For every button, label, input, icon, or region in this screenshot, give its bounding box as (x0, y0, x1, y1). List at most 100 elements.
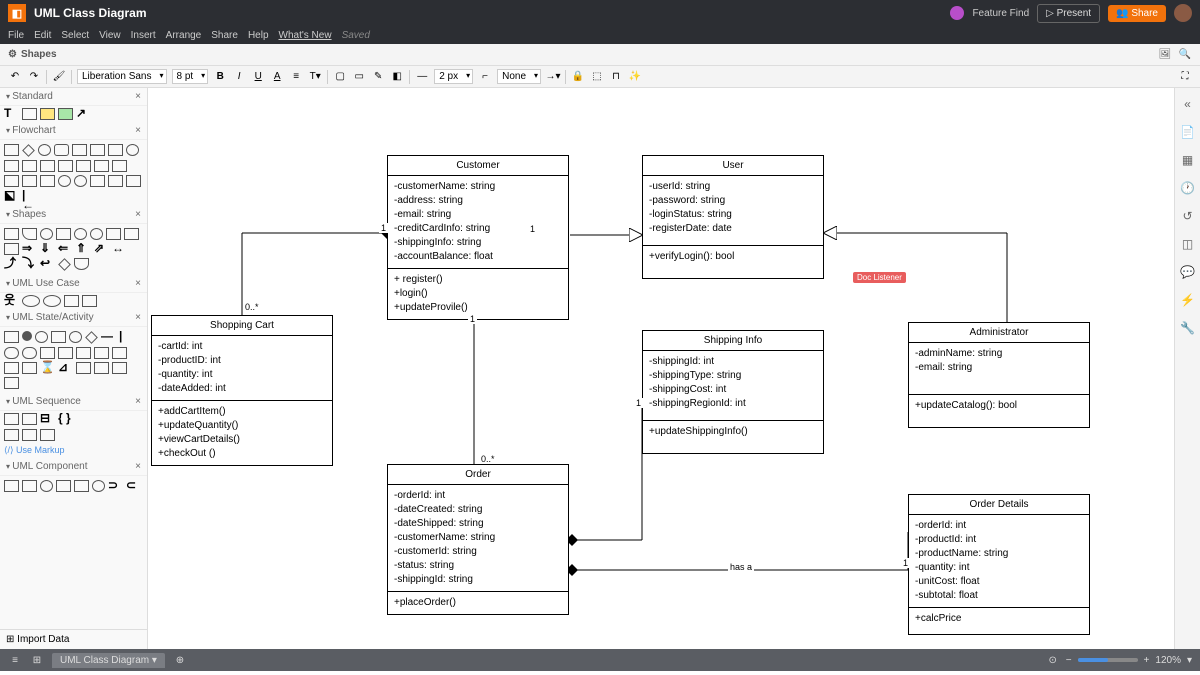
close-icon[interactable]: × (135, 91, 141, 102)
flowchart-shape[interactable] (38, 144, 51, 156)
layers-icon[interactable]: ◫ (1180, 236, 1196, 252)
menu-share[interactable]: Share (211, 30, 238, 41)
text-options-icon[interactable]: T▾ (308, 70, 322, 84)
menu-select[interactable]: Select (61, 30, 89, 41)
note-shape[interactable] (40, 108, 55, 120)
share-button[interactable]: 👥 Share (1108, 5, 1166, 22)
comment-icon[interactable]: 💬 (1180, 264, 1196, 280)
comp-shape[interactable]: ⊂ (126, 480, 141, 492)
state-shape[interactable]: | (119, 331, 134, 343)
usecase-shape[interactable] (82, 295, 97, 307)
flowchart-shape[interactable] (4, 175, 19, 187)
state-shape[interactable] (4, 347, 19, 359)
flowchart-shape[interactable] (58, 175, 71, 187)
flowchart-shape[interactable] (4, 144, 19, 156)
image-icon[interactable]: 🖼 (1158, 48, 1172, 62)
wand-icon[interactable]: ✨ (628, 70, 642, 84)
state-shape[interactable] (94, 347, 109, 359)
basic-shape[interactable] (4, 243, 19, 255)
flowchart-shape[interactable]: |← (22, 190, 37, 202)
state-shape[interactable] (76, 362, 91, 374)
collapse-icon[interactable]: « (1180, 96, 1196, 112)
undo-icon[interactable]: ↶ (8, 70, 22, 84)
actor-shape[interactable]: 웃 (4, 295, 19, 307)
fill-icon[interactable]: ▢ (333, 70, 347, 84)
whats-new-link[interactable]: What's New (279, 30, 332, 41)
state-shape[interactable]: — (101, 331, 116, 343)
clock-icon[interactable]: 🕐 (1180, 180, 1196, 196)
state-shape[interactable] (40, 347, 55, 359)
text-color-icon[interactable]: A (270, 70, 284, 84)
text-shape[interactable]: T (4, 108, 19, 120)
state-shape[interactable] (35, 331, 48, 343)
flowchart-shape[interactable] (126, 144, 139, 156)
flowchart-shape[interactable] (22, 144, 35, 157)
arrow-start-dropdown[interactable]: None (497, 69, 541, 84)
flowchart-shape[interactable] (90, 144, 105, 156)
page-tab[interactable]: UML Class Diagram ▾ (52, 653, 165, 668)
basic-shape[interactable]: ⇗ (94, 243, 109, 255)
state-shape[interactable] (22, 362, 37, 374)
class-details[interactable]: Order Details -orderId: int -productId: … (908, 494, 1090, 635)
basic-shape[interactable]: ⤵ (22, 258, 37, 270)
user-presence-dot[interactable] (950, 6, 964, 20)
italic-icon[interactable]: I (232, 70, 246, 84)
state-shape[interactable] (4, 377, 19, 389)
panel-shapes[interactable]: Shapes× (0, 206, 147, 224)
close-icon[interactable]: × (135, 209, 141, 220)
state-shape[interactable] (94, 362, 109, 374)
bold-icon[interactable]: B (213, 70, 227, 84)
basic-shape[interactable]: ⇐ (58, 243, 73, 255)
grid-icon[interactable]: ⊞ (30, 653, 44, 667)
state-shape[interactable] (22, 331, 32, 341)
canvas[interactable]: Customer -customerName: string -address:… (148, 88, 1174, 649)
flowchart-shape[interactable] (76, 160, 91, 172)
flowchart-shape[interactable] (40, 175, 55, 187)
flowchart-shape[interactable] (4, 160, 19, 172)
panel-sequence[interactable]: UML Sequence× (0, 393, 147, 411)
use-markup-link[interactable]: ⟨/⟩ Use Markup (0, 443, 147, 458)
underline-icon[interactable]: U (251, 70, 265, 84)
lock-icon[interactable]: 🔒 (571, 70, 585, 84)
seq-shape[interactable] (4, 413, 19, 425)
seq-shape[interactable] (22, 429, 37, 441)
line-style-icon[interactable]: — (415, 70, 429, 84)
comp-shape[interactable]: ⊃ (108, 480, 123, 492)
state-shape[interactable]: ⊿ (58, 362, 73, 374)
flowchart-shape[interactable] (112, 160, 127, 172)
panel-flowchart[interactable]: Flowchart× (0, 122, 147, 140)
basic-shape[interactable]: ↔ (112, 243, 127, 255)
flowchart-shape[interactable] (22, 175, 37, 187)
flowchart-shape[interactable] (72, 144, 87, 156)
state-shape[interactable] (112, 362, 127, 374)
data-icon[interactable]: ▦ (1180, 152, 1196, 168)
menu-insert[interactable]: Insert (131, 30, 156, 41)
basic-shape[interactable] (4, 228, 19, 240)
add-page-icon[interactable]: ⊕ (173, 653, 187, 667)
basic-shape[interactable] (106, 228, 121, 240)
avatar[interactable] (1174, 4, 1192, 22)
feature-find-link[interactable]: Feature Find (972, 8, 1029, 19)
shape-options-icon[interactable]: ◧ (390, 70, 404, 84)
panel-standard[interactable]: Standard× (0, 88, 147, 106)
history-icon[interactable]: ↺ (1180, 208, 1196, 224)
panel-component[interactable]: UML Component× (0, 458, 147, 476)
zoom-slider[interactable] (1078, 658, 1138, 662)
fullscreen-icon[interactable]: ⛶ (1178, 70, 1192, 84)
usecase-shape[interactable] (64, 295, 79, 307)
app-logo[interactable]: ◧ (8, 4, 26, 22)
basic-shape[interactable] (56, 228, 71, 240)
seq-shape[interactable]: { } (58, 413, 73, 425)
close-icon[interactable]: × (135, 461, 141, 472)
basic-shape[interactable]: ⇒ (22, 243, 37, 255)
border-icon[interactable]: ▭ (352, 70, 366, 84)
list-icon[interactable]: ≡ (8, 653, 22, 667)
usecase-shape[interactable] (43, 295, 61, 307)
present-button[interactable]: ▷ Present (1037, 4, 1100, 23)
doc-title[interactable]: UML Class Diagram (34, 6, 146, 20)
close-icon[interactable]: × (135, 278, 141, 289)
paint-icon[interactable]: 🖌 (52, 70, 66, 84)
close-icon[interactable]: × (135, 396, 141, 407)
actions-icon[interactable]: ⚡ (1180, 292, 1196, 308)
comp-shape[interactable] (74, 480, 89, 492)
